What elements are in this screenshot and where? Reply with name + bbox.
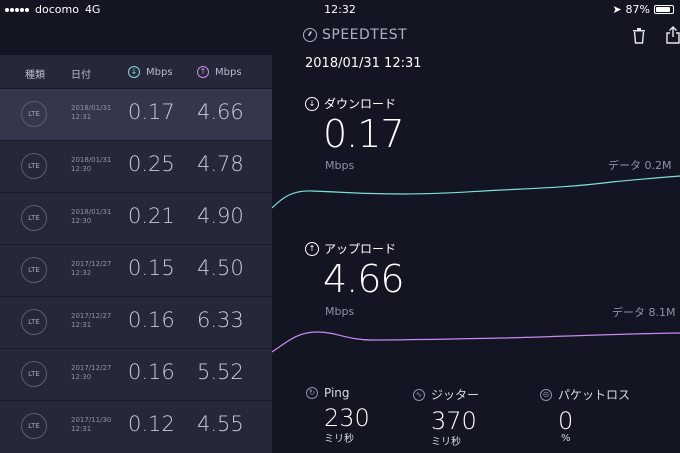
row-download: 0.12 bbox=[128, 412, 175, 436]
download-icon: ↓ bbox=[305, 96, 319, 111]
row-date-day: 2017/12/27 bbox=[71, 312, 112, 320]
upload-graph bbox=[272, 331, 680, 353]
history-row[interactable]: LTE 2018/01/31 12:30 0.21 4.90 bbox=[0, 192, 272, 244]
test-datetime: 2018/01/31 12:31 bbox=[305, 56, 422, 71]
row-date-time: 12:32 bbox=[71, 269, 92, 277]
jitter-unit: ミリ秒 bbox=[431, 437, 461, 448]
row-upload: 5.52 bbox=[197, 360, 244, 384]
history-row[interactable]: LTE 2017/12/27 12:31 0.16 6.33 bbox=[0, 296, 272, 348]
download-graph bbox=[272, 175, 680, 209]
row-date: 2017/12/27 12:31 bbox=[71, 312, 111, 330]
row-date-time: 12:30 bbox=[71, 165, 92, 173]
row-date-time: 12:30 bbox=[71, 373, 92, 381]
share-icon[interactable] bbox=[666, 26, 680, 44]
network-type-badge: LTE bbox=[21, 257, 47, 283]
row-download: 0.25 bbox=[128, 152, 175, 176]
row-upload: 4.55 bbox=[197, 412, 244, 436]
ping-value: 230 bbox=[324, 404, 370, 432]
row-date-time: 12:31 bbox=[71, 113, 92, 121]
row-date-time: 12:31 bbox=[71, 425, 92, 433]
upload-label: アップロード bbox=[324, 242, 397, 256]
history-row[interactable]: LTE 2017/12/27 12:30 0.16 5.52 bbox=[0, 348, 272, 400]
row-date-time: 12:30 bbox=[71, 217, 92, 225]
upload-icon: ↑ bbox=[305, 241, 319, 256]
row-download: 0.16 bbox=[128, 360, 175, 384]
network-type-badge: LTE bbox=[21, 101, 47, 127]
header-date: 日付 bbox=[71, 70, 91, 81]
speedometer-icon bbox=[303, 28, 317, 42]
battery-percent: 87% bbox=[625, 3, 650, 16]
network-type-badge: LTE bbox=[21, 153, 47, 179]
history-row[interactable]: LTE 2018/01/31 12:31 0.17 4.66 bbox=[0, 88, 272, 140]
jitter-icon: ∿ bbox=[413, 388, 425, 401]
row-date-day: 2017/11/30 bbox=[71, 416, 112, 424]
row-date-time: 12:31 bbox=[71, 321, 92, 329]
row-date: 2018/01/31 12:31 bbox=[71, 104, 111, 122]
packet-loss-label: パケットロス bbox=[558, 388, 631, 402]
row-download: 0.15 bbox=[128, 256, 175, 280]
row-upload: 4.66 bbox=[197, 100, 244, 124]
status-bar: docomo 4G 12:32 ➤ 87% bbox=[0, 0, 680, 20]
ping-label: Ping bbox=[324, 386, 350, 400]
row-download: 0.21 bbox=[128, 204, 175, 228]
row-download: 0.17 bbox=[128, 100, 175, 124]
row-date-day: 2017/12/27 bbox=[71, 260, 112, 268]
brand-label: SPEEDTEST bbox=[322, 27, 408, 43]
network-type-badge: LTE bbox=[21, 413, 47, 439]
upload-value: 4.66 bbox=[323, 257, 405, 301]
row-date: 2017/11/30 12:31 bbox=[71, 416, 111, 434]
download-label: ダウンロード bbox=[324, 97, 397, 111]
row-date-day: 2017/12/27 bbox=[71, 364, 112, 372]
network-type-badge: LTE bbox=[21, 361, 47, 387]
status-right: ➤ 87% bbox=[612, 3, 674, 16]
row-upload: 6.33 bbox=[197, 308, 244, 332]
packet-loss-icon: ⊝ bbox=[540, 388, 552, 401]
row-date: 2017/12/27 12:32 bbox=[71, 260, 111, 278]
header-upload: ↑ Mbps bbox=[197, 66, 242, 78]
row-date: 2018/01/31 12:30 bbox=[71, 208, 111, 226]
history-row[interactable]: LTE 2017/11/30 12:31 0.12 4.55 bbox=[0, 400, 272, 452]
ping-metric: ↻ Ping 230 ミリ秒 bbox=[306, 386, 370, 445]
jitter-label: ジッター bbox=[431, 388, 480, 402]
row-date-day: 2018/01/31 bbox=[71, 156, 112, 164]
row-date-day: 2018/01/31 bbox=[71, 208, 112, 216]
packet-loss-value: 0 bbox=[558, 407, 574, 435]
row-date: 2017/12/27 12:30 bbox=[71, 364, 111, 382]
row-upload: 4.78 bbox=[197, 152, 244, 176]
network-type-badge: LTE bbox=[21, 309, 47, 335]
history-panel: 種類 日付 ↓ Mbps ↑ Mbps LTE 2018/01/31 12:31 0.17… bbox=[0, 55, 272, 453]
trash-icon[interactable] bbox=[632, 28, 646, 44]
row-date-day: 2018/01/31 bbox=[71, 104, 112, 112]
row-download: 0.16 bbox=[128, 308, 175, 332]
status-time: 12:32 bbox=[324, 3, 356, 16]
location-icon: ➤ bbox=[612, 3, 622, 16]
history-row[interactable]: LTE 2018/01/31 12:30 0.25 4.78 bbox=[0, 140, 272, 192]
app-brand: SPEEDTEST bbox=[303, 27, 407, 43]
packet-loss-metric: ⊝ パケットロス 0 % bbox=[540, 386, 630, 444]
row-upload: 4.90 bbox=[197, 204, 244, 228]
jitter-metric: ∿ ジッター 370 ミリ秒 bbox=[413, 386, 479, 448]
upload-icon: ↑ bbox=[197, 66, 209, 78]
download-value: 0.17 bbox=[323, 112, 405, 156]
row-date: 2018/01/31 12:30 bbox=[71, 156, 111, 174]
header-type: 種類 bbox=[25, 70, 45, 81]
upload-title: ↑ アップロード bbox=[305, 240, 396, 257]
header-download-label: Mbps bbox=[146, 67, 173, 78]
ping-icon: ↻ bbox=[306, 387, 318, 399]
ping-unit: ミリ秒 bbox=[324, 434, 354, 445]
jitter-value: 370 bbox=[431, 407, 477, 435]
history-row[interactable]: LTE 2017/12/27 12:32 0.15 4.50 bbox=[0, 244, 272, 296]
header-download: ↓ Mbps bbox=[128, 66, 173, 78]
row-upload: 4.50 bbox=[197, 256, 244, 280]
battery-icon bbox=[654, 5, 674, 14]
network-type-badge: LTE bbox=[21, 205, 47, 231]
download-title: ↓ ダウンロード bbox=[305, 95, 396, 112]
download-icon: ↓ bbox=[128, 66, 140, 78]
header-upload-label: Mbps bbox=[215, 67, 242, 78]
history-header: 種類 日付 ↓ Mbps ↑ Mbps bbox=[0, 55, 272, 88]
